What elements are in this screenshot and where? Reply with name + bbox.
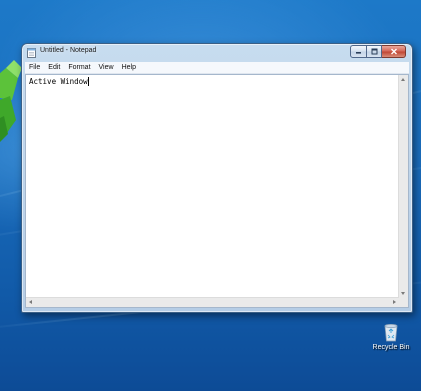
menu-bar: File Edit Format View Help bbox=[25, 62, 409, 74]
title-bar[interactable]: Untitled - Notepad bbox=[22, 44, 412, 62]
editor-text-line: Active Window bbox=[29, 77, 89, 86]
recycle-bin-shortcut[interactable]: Recycle Bin bbox=[368, 322, 414, 351]
menu-view[interactable]: View bbox=[95, 62, 118, 73]
scrollbar-corner bbox=[399, 298, 408, 307]
scroll-up-icon[interactable] bbox=[401, 78, 405, 81]
menu-format[interactable]: Format bbox=[64, 62, 94, 73]
menu-file[interactable]: File bbox=[25, 62, 44, 73]
notepad-icon bbox=[27, 48, 36, 58]
scroll-down-icon[interactable] bbox=[401, 292, 405, 295]
scroll-left-icon[interactable] bbox=[29, 300, 32, 304]
recycle-bin-label: Recycle Bin bbox=[372, 344, 410, 351]
window-title: Untitled - Notepad bbox=[40, 47, 97, 54]
caption-buttons bbox=[350, 45, 406, 58]
text-editor-area[interactable]: Active Window bbox=[25, 74, 409, 308]
horizontal-scrollbar[interactable] bbox=[26, 297, 399, 307]
editor-text: Active Window bbox=[29, 77, 88, 86]
recycle-bin-icon bbox=[384, 324, 398, 342]
vertical-scrollbar[interactable] bbox=[398, 75, 408, 298]
scroll-right-icon[interactable] bbox=[393, 300, 396, 304]
menu-help[interactable]: Help bbox=[118, 62, 140, 73]
maximize-icon bbox=[371, 48, 377, 55]
menu-edit[interactable]: Edit bbox=[44, 62, 64, 73]
minimize-icon bbox=[356, 52, 361, 54]
text-caret bbox=[87, 77, 89, 86]
close-icon bbox=[390, 48, 397, 55]
maximize-button[interactable] bbox=[367, 45, 382, 58]
notepad-window[interactable]: Untitled - Notepad File Edit Format View… bbox=[21, 43, 413, 313]
minimize-button[interactable] bbox=[350, 45, 367, 58]
close-button[interactable] bbox=[382, 45, 406, 58]
